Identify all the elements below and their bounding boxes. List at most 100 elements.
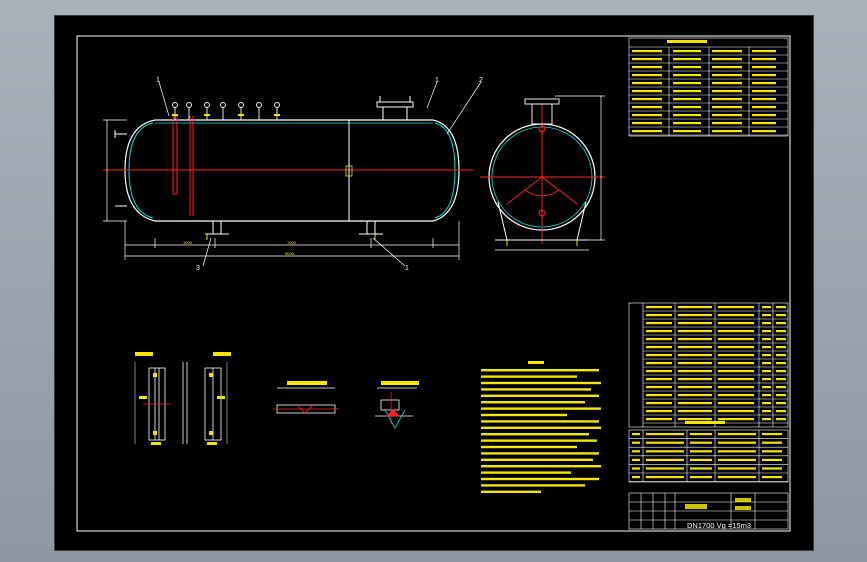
illegible-text-mark [718, 378, 754, 381]
illegible-text-mark [762, 378, 771, 381]
illegible-text-mark [481, 433, 589, 436]
illegible-text-mark [752, 114, 776, 117]
illegible-text-mark [673, 106, 701, 109]
illegible-text-mark [712, 106, 742, 109]
illegible-text-mark [632, 50, 662, 53]
parts-table-text [646, 306, 786, 421]
illegible-text-mark [646, 418, 672, 421]
illegible-text-mark [776, 322, 786, 325]
callout-3-support: 3 [196, 265, 200, 272]
illegible-text-mark [646, 476, 684, 479]
illegible-text-mark [752, 50, 776, 53]
illegible-text-mark [762, 418, 771, 421]
illegible-text-mark [673, 114, 701, 117]
illegible-text-mark [690, 458, 712, 461]
illegible-text-mark [678, 386, 712, 389]
illegible-text-mark [776, 386, 786, 389]
illegible-text-mark [776, 330, 786, 333]
nozzle-table [628, 429, 789, 483]
illegible-text-mark [678, 402, 712, 405]
illegible-text-mark [481, 401, 585, 404]
illegible-text-mark [646, 330, 672, 333]
illegible-text-mark [776, 402, 786, 405]
illegible-text-mark [712, 114, 742, 117]
illegible-text-mark [646, 354, 672, 357]
illegible-text-mark [646, 433, 684, 436]
illegible-text-mark [776, 378, 786, 381]
title-block-main-title: DN1700 Vg =15m3 [687, 521, 751, 530]
illegible-text-mark [481, 458, 593, 461]
illegible-text-mark [673, 90, 701, 93]
illegible-text-mark [762, 354, 771, 357]
illegible-text-mark [718, 314, 754, 317]
illegible-text-mark [678, 410, 712, 413]
illegible-text-mark [776, 370, 786, 373]
illegible-text-mark [762, 476, 782, 479]
illegible-text-mark [762, 402, 771, 405]
illegible-text-mark [776, 362, 786, 365]
illegible-text-mark [481, 484, 585, 487]
illegible-text-mark [712, 66, 742, 69]
detail-view-weld-b [273, 387, 339, 414]
illegible-text-mark [776, 354, 786, 357]
illegible-text-mark [718, 418, 754, 421]
illegible-text-mark [646, 402, 672, 405]
illegible-text-mark [481, 388, 591, 391]
illegible-text-mark [762, 346, 771, 349]
illegible-text-mark [762, 441, 782, 444]
illegible-text-mark [712, 130, 742, 133]
illegible-text-mark [632, 106, 662, 109]
illegible-text-mark [646, 386, 672, 389]
illegible-text-mark [481, 420, 599, 423]
parts-table [628, 302, 789, 428]
viewer-background: 1000 7000 9000 1 1 2 3 1 DN1700 Vg =15m3 [0, 0, 867, 562]
illegible-text-mark [632, 441, 640, 444]
illegible-text-mark [646, 370, 672, 373]
illegible-text-mark [678, 314, 712, 317]
illegible-text-mark [776, 410, 786, 413]
illegible-text-mark [718, 450, 756, 453]
drawing-canvas[interactable]: 1000 7000 9000 1 1 2 3 1 DN1700 Vg =15m3 [54, 15, 814, 551]
illegible-text-mark [752, 66, 776, 69]
illegible-text-mark [632, 130, 662, 133]
illegible-text-mark [632, 58, 662, 61]
detail-view-nozzle-a [134, 362, 228, 444]
illegible-text-mark [632, 458, 640, 461]
illegible-text-mark [776, 346, 786, 349]
illegible-text-mark [752, 130, 776, 133]
illegible-text-mark [718, 338, 754, 341]
dim-left-offset: 1000 [183, 240, 193, 245]
illegible-text-mark [762, 322, 771, 325]
illegible-text-mark [690, 433, 712, 436]
illegible-text-mark [673, 50, 701, 53]
illegible-text-mark [712, 74, 742, 77]
illegible-text-mark [776, 418, 786, 421]
illegible-text-mark [718, 441, 756, 444]
cad-drawing: 1000 7000 9000 1 1 2 3 1 DN1700 Vg =15m3 [76, 35, 791, 532]
illegible-text-mark [481, 369, 599, 372]
illegible-text-mark [762, 338, 771, 341]
illegible-text-mark [718, 322, 754, 325]
illegible-text-mark [632, 433, 640, 436]
illegible-text-mark [752, 90, 776, 93]
vessel-elevation-view: 1000 7000 9000 1 1 2 3 1 [103, 77, 483, 272]
illegible-text-mark [667, 40, 707, 43]
nozzle-table-text [632, 421, 782, 479]
callout-2-right: 2 [479, 77, 483, 84]
illegible-text-mark [762, 433, 782, 436]
illegible-text-mark [678, 378, 712, 381]
illegible-text-mark [712, 58, 742, 61]
illegible-text-mark [718, 476, 756, 479]
illegible-text-mark [673, 98, 701, 101]
illegible-text-mark [718, 386, 754, 389]
illegible-text-mark [718, 354, 754, 357]
illegible-text-mark [712, 90, 742, 93]
illegible-text-mark [690, 450, 712, 453]
illegible-text-mark [673, 122, 701, 125]
illegible-text-mark [712, 82, 742, 85]
illegible-text-mark [718, 402, 754, 405]
illegible-text-mark [481, 407, 601, 410]
callout-1-mid: 1 [435, 77, 439, 84]
illegible-text-mark [632, 122, 662, 125]
illegible-text-mark [718, 306, 754, 309]
